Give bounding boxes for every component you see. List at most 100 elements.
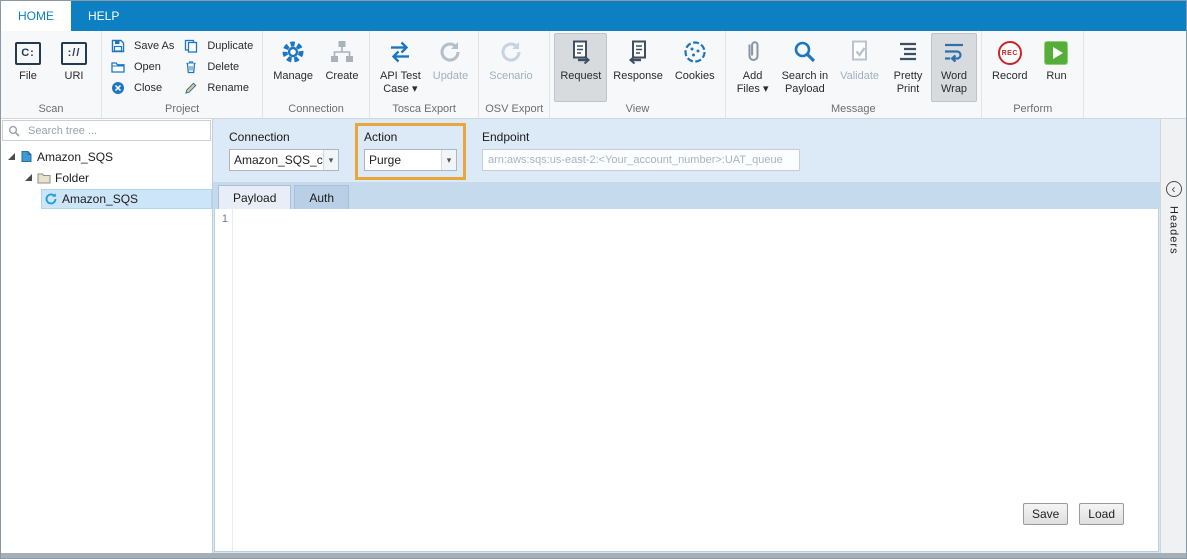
- tree-node-service[interactable]: Amazon_SQS: [1, 188, 212, 209]
- add-files-button[interactable]: Add Files ▾: [730, 33, 776, 102]
- ribbon-group-view: Request Response Cookies View: [550, 31, 725, 118]
- window-bottom-edge: [1, 553, 1186, 558]
- manage-connection-button[interactable]: Manage: [267, 33, 319, 102]
- update-button[interactable]: Update: [427, 33, 474, 102]
- expand-arrow-icon[interactable]: [25, 174, 32, 181]
- create-connection-button[interactable]: Create: [319, 33, 365, 102]
- uri-icon: ://: [61, 42, 87, 65]
- word-wrap-button[interactable]: Word Wrap: [931, 33, 977, 102]
- api-test-case-button[interactable]: API Test Case ▾: [374, 33, 427, 102]
- action-highlight-box: Action Purge ▾: [355, 123, 466, 180]
- file-icon: C:: [15, 42, 41, 65]
- close-button[interactable]: Close: [111, 81, 174, 95]
- uri-button-label: URI: [65, 70, 84, 83]
- word-wrap-icon: [941, 39, 967, 68]
- record-label: Record: [992, 70, 1027, 83]
- ribbon-group-perform: REC Record Run Perform: [982, 31, 1084, 118]
- folder-icon: [37, 172, 51, 184]
- save-as-icon: [111, 39, 125, 53]
- payload-tabstrip: Payload Auth: [213, 182, 1160, 209]
- gear-icon: [280, 39, 306, 68]
- chevron-down-icon: ▾: [441, 150, 456, 170]
- action-value: Purge: [365, 153, 441, 167]
- content-area: Amazon_SQS Folder Amazon_SQS: [1, 119, 1186, 553]
- connection-value: Amazon_SQS_cc: [230, 153, 323, 167]
- run-label: Run: [1046, 70, 1066, 83]
- request-view-button[interactable]: Request: [554, 33, 607, 102]
- action-label: Action: [364, 130, 457, 144]
- validate-check-icon: [847, 39, 873, 68]
- scenario-button[interactable]: Scenario: [483, 33, 538, 102]
- response-view-button[interactable]: Response: [607, 33, 669, 102]
- action-select[interactable]: Purge ▾: [364, 149, 457, 171]
- request-editor-area: Connection Amazon_SQS_cc ▾ Action Purge …: [213, 119, 1160, 553]
- group-label-project: Project: [104, 102, 260, 118]
- ribbon: C: File :// URI Scan Save As: [1, 31, 1186, 119]
- scenario-refresh-icon: [498, 39, 524, 68]
- payload-editor-content[interactable]: [233, 209, 1158, 551]
- endpoint-input[interactable]: [482, 149, 800, 171]
- service-refresh-icon: [44, 192, 58, 206]
- cookie-icon: [682, 39, 708, 68]
- save-as-button[interactable]: Save As: [111, 39, 174, 53]
- group-label-scan: Scan: [3, 102, 99, 118]
- refresh-icon: [437, 39, 463, 68]
- open-folder-icon: [111, 60, 125, 74]
- save-button[interactable]: Save: [1023, 503, 1068, 525]
- tab-payload[interactable]: Payload: [218, 185, 291, 209]
- line-number-gutter: 1: [215, 209, 233, 551]
- tab-home[interactable]: HOME: [1, 1, 71, 31]
- tab-auth[interactable]: Auth: [294, 185, 349, 209]
- request-settings-bar: Connection Amazon_SQS_cc ▾ Action Purge …: [213, 119, 1160, 182]
- tree-node-root[interactable]: Amazon_SQS: [1, 146, 212, 167]
- tree-node-folder[interactable]: Folder: [1, 167, 212, 188]
- uri-button[interactable]: :// URI: [51, 33, 97, 102]
- close-label: Close: [134, 82, 162, 94]
- pencil-icon: [184, 81, 198, 95]
- record-button[interactable]: REC Record: [986, 33, 1033, 102]
- response-label: Response: [613, 70, 663, 83]
- ribbon-group-osv-export: Scenario OSV Export: [479, 31, 550, 118]
- group-label-perform: Perform: [984, 102, 1081, 118]
- ribbon-tabbar: HOME HELP: [1, 1, 1186, 31]
- search-in-payload-button[interactable]: Search in Payload: [776, 33, 834, 102]
- word-wrap-label: Word Wrap: [941, 70, 967, 96]
- tree-search-input[interactable]: [28, 125, 205, 137]
- validate-button[interactable]: Validate: [834, 33, 885, 102]
- exchange-arrows-icon: [387, 39, 413, 68]
- load-button[interactable]: Load: [1079, 503, 1124, 525]
- rename-button[interactable]: Rename: [184, 81, 253, 95]
- open-button[interactable]: Open: [111, 60, 174, 74]
- duplicate-button[interactable]: Duplicate: [184, 39, 253, 53]
- paperclip-icon: [740, 39, 766, 68]
- delete-label: Delete: [207, 61, 239, 73]
- response-document-icon: [625, 39, 651, 68]
- connection-select[interactable]: Amazon_SQS_cc ▾: [229, 149, 339, 171]
- group-label-message: Message: [728, 102, 979, 118]
- tree-node-label: Amazon_SQS: [37, 150, 113, 164]
- run-play-icon: [1044, 41, 1068, 65]
- headers-panel-label[interactable]: Headers: [1168, 206, 1180, 255]
- api-test-case-label: API Test Case ▾: [380, 70, 421, 96]
- pretty-print-button[interactable]: Pretty Print: [885, 33, 931, 102]
- tree-node-label: Folder: [55, 171, 89, 185]
- add-files-label: Add Files ▾: [737, 70, 769, 96]
- search-in-payload-label: Search in Payload: [782, 70, 828, 96]
- tab-help[interactable]: HELP: [71, 1, 136, 31]
- expand-headers-chevron-icon[interactable]: ‹: [1166, 181, 1182, 197]
- tree-search-icon: [8, 125, 20, 137]
- run-button[interactable]: Run: [1033, 33, 1079, 102]
- ribbon-group-tosca-export: API Test Case ▾ Update Tosca Export: [370, 31, 479, 118]
- cookies-view-button[interactable]: Cookies: [669, 33, 721, 102]
- headers-panel-collapsed: ‹ Headers: [1160, 119, 1186, 553]
- expand-arrow-icon[interactable]: [8, 153, 15, 160]
- request-label: Request: [560, 70, 601, 83]
- project-tree-panel: Amazon_SQS Folder Amazon_SQS: [1, 119, 213, 553]
- cookies-label: Cookies: [675, 70, 715, 83]
- save-as-label: Save As: [134, 40, 174, 52]
- file-button[interactable]: C: File: [5, 33, 51, 102]
- delete-button[interactable]: Delete: [184, 60, 253, 74]
- group-label-connection: Connection: [265, 102, 367, 118]
- chevron-down-icon: ▾: [323, 150, 338, 170]
- group-label-tosca-export: Tosca Export: [372, 102, 476, 118]
